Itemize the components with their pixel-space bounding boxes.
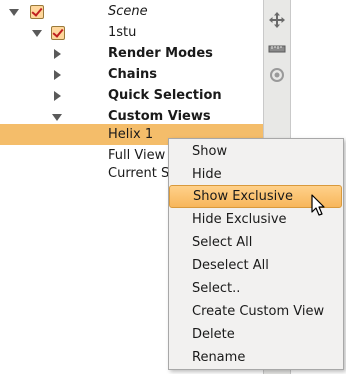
menu-item-select-all[interactable]: Select All: [169, 231, 343, 254]
tree-row-1stu[interactable]: 1stu: [0, 22, 263, 43]
menu-item-rename[interactable]: Rename: [169, 346, 343, 369]
tree-node-label: Custom Views: [108, 109, 211, 124]
tree-row-scene[interactable]: Scene: [0, 1, 263, 22]
mouse-cursor-icon: [311, 194, 325, 216]
menu-item-delete[interactable]: Delete: [169, 323, 343, 346]
tree-node-label: 1stu: [108, 25, 137, 40]
ruler-icon[interactable]: [268, 40, 286, 58]
menu-item-hide[interactable]: Hide: [169, 163, 343, 186]
expand-down-icon[interactable]: [7, 5, 21, 19]
tree-node-label: Quick Selection: [108, 88, 222, 103]
expand-right-icon[interactable]: [50, 47, 64, 61]
1stu-visibility-checkbox[interactable]: [51, 26, 65, 40]
menu-item-create-custom-view[interactable]: Create Custom View: [169, 300, 343, 323]
tree-node-label: Current S: [108, 166, 170, 181]
tree-row-quick-selection[interactable]: Quick Selection: [0, 85, 263, 106]
expand-right-icon[interactable]: [50, 89, 64, 103]
menu-item-select[interactable]: Select..: [169, 277, 343, 300]
menu-item-show[interactable]: Show: [169, 140, 343, 163]
tree-node-label: Chains: [108, 67, 158, 82]
tree-row-render-modes[interactable]: Render Modes: [0, 43, 263, 64]
target-icon[interactable]: [268, 66, 286, 84]
expand-right-icon[interactable]: [50, 68, 64, 82]
tree-node-label: Render Modes: [108, 46, 213, 61]
expand-down-icon[interactable]: [50, 110, 64, 124]
context-menu: Show Hide Show Exclusive Hide Exclusive …: [168, 138, 344, 370]
scene-visibility-checkbox[interactable]: [30, 5, 44, 19]
menu-item-deselect-all[interactable]: Deselect All: [169, 254, 343, 277]
move-icon[interactable]: [268, 11, 286, 29]
tree-node-label: Helix 1: [108, 127, 154, 142]
tree-node-label: Full View: [108, 148, 166, 163]
tree-row-chains[interactable]: Chains: [0, 64, 263, 85]
expand-down-icon[interactable]: [30, 26, 44, 40]
tree-node-label: Scene: [108, 4, 148, 19]
